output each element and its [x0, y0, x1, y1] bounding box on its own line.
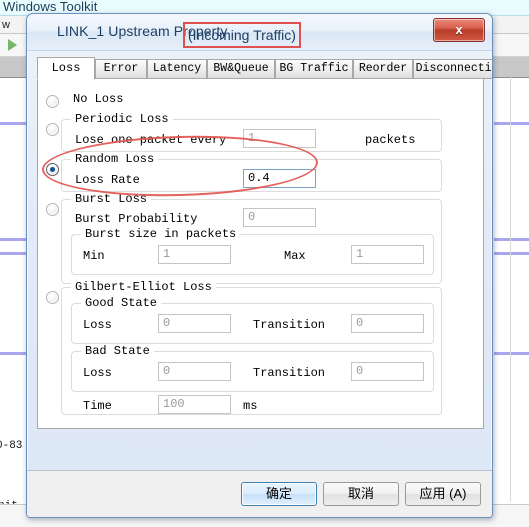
- tab-error[interactable]: Error: [95, 59, 147, 79]
- host-list-divider: [0, 122, 26, 125]
- input-time[interactable]: 100: [158, 395, 231, 414]
- close-icon[interactable]: x: [433, 18, 485, 42]
- host-cell-text: 0-83: [0, 440, 23, 452]
- group-random-loss-title: Random Loss: [71, 152, 159, 166]
- label-good-state-loss: Loss: [83, 318, 112, 332]
- play-triangle-icon[interactable]: [8, 39, 17, 51]
- radio-no-loss[interactable]: [46, 95, 59, 108]
- host-list-divider: [494, 238, 529, 241]
- group-burst-size-title: Burst size in packets: [81, 227, 241, 241]
- host-list-divider: [494, 252, 529, 255]
- tab-loss[interactable]: Loss: [37, 57, 95, 80]
- group-burst-loss-title: Burst Loss: [71, 192, 152, 206]
- host-app-title: Windows Toolkit: [3, 0, 98, 14]
- label-loss-rate: Loss Rate: [75, 173, 140, 187]
- host-list-divider: [494, 122, 529, 125]
- label-burst-max: Max: [284, 249, 306, 263]
- label-bad-state-loss: Loss: [83, 366, 112, 380]
- label-no-loss: No Loss: [73, 92, 124, 106]
- loss-tab-page: No Loss Periodic Loss Lose one packet ev…: [37, 78, 484, 429]
- cancel-button[interactable]: 取消: [323, 482, 399, 506]
- input-burst-max[interactable]: 1: [351, 245, 424, 264]
- tab-strip: Loss Error Latency BW&Queue BG Traffic R…: [37, 57, 492, 80]
- label-good-state-transition: Transition: [253, 318, 326, 332]
- host-list-divider: [0, 252, 26, 255]
- host-list-divider: [0, 352, 26, 355]
- group-good-state-title: Good State: [81, 296, 162, 310]
- dialog-title-bar[interactable]: LINK_1 Upstream Property (Incoming Traff…: [27, 14, 492, 51]
- dialog-title-highlight: (Incoming Traffic): [183, 22, 301, 48]
- tab-disconnection[interactable]: Disconnection: [413, 59, 492, 79]
- input-good-state-loss[interactable]: 0: [158, 314, 231, 333]
- tab-reorder[interactable]: Reorder: [353, 59, 413, 79]
- host-list-divider: [0, 238, 26, 241]
- input-burst-min[interactable]: 1: [158, 245, 231, 264]
- link-property-dialog: LINK_1 Upstream Property (Incoming Traff…: [26, 13, 493, 518]
- input-bad-state-loss[interactable]: 0: [158, 362, 231, 381]
- radio-periodic-loss[interactable]: [46, 123, 59, 136]
- label-burst-probability: Burst Probability: [75, 212, 198, 226]
- tab-bg-traffic[interactable]: BG Traffic: [275, 59, 353, 79]
- host-list-divider: [494, 352, 529, 355]
- tab-bw-queue[interactable]: BW&Queue: [207, 59, 275, 79]
- ok-button[interactable]: 确定: [241, 482, 317, 506]
- radio-burst-loss[interactable]: [46, 203, 59, 216]
- label-lose-one-packet-every: Lose one packet every: [75, 133, 227, 147]
- label-time: Time: [83, 399, 112, 413]
- input-burst-probability[interactable]: 0: [243, 208, 316, 227]
- dialog-button-bar: 确定 取消 应用 (A): [27, 470, 492, 517]
- radio-random-loss[interactable]: [46, 163, 59, 176]
- input-periodic-packets[interactable]: 1: [243, 129, 316, 148]
- label-burst-min: Min: [83, 249, 105, 263]
- group-bad-state-title: Bad State: [81, 344, 154, 358]
- input-good-state-transition[interactable]: 0: [351, 314, 424, 333]
- input-loss-rate[interactable]: 0.4: [243, 169, 316, 188]
- host-menu-item[interactable]: w: [2, 19, 10, 31]
- host-column-divider: [510, 77, 511, 502]
- radio-gilbert-elliot-loss[interactable]: [46, 291, 59, 304]
- input-bad-state-transition[interactable]: 0: [351, 362, 424, 381]
- label-bad-state-transition: Transition: [253, 366, 326, 380]
- label-time-unit: ms: [243, 399, 258, 413]
- label-packets-unit: packets: [365, 133, 416, 147]
- group-gilbert-elliot-loss-title: Gilbert-Elliot Loss: [71, 280, 216, 294]
- tab-latency[interactable]: Latency: [147, 59, 207, 79]
- group-periodic-loss-title: Periodic Loss: [71, 112, 173, 126]
- apply-button[interactable]: 应用 (A): [405, 482, 481, 506]
